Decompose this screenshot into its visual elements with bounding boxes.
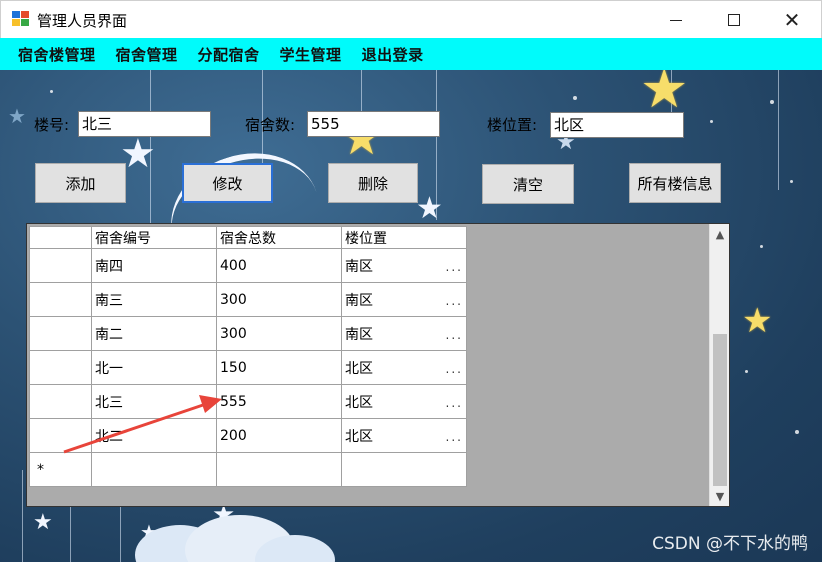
- annotation-arrow: [63, 395, 222, 454]
- watermark: CSDN @不下水的鸭: [652, 534, 808, 554]
